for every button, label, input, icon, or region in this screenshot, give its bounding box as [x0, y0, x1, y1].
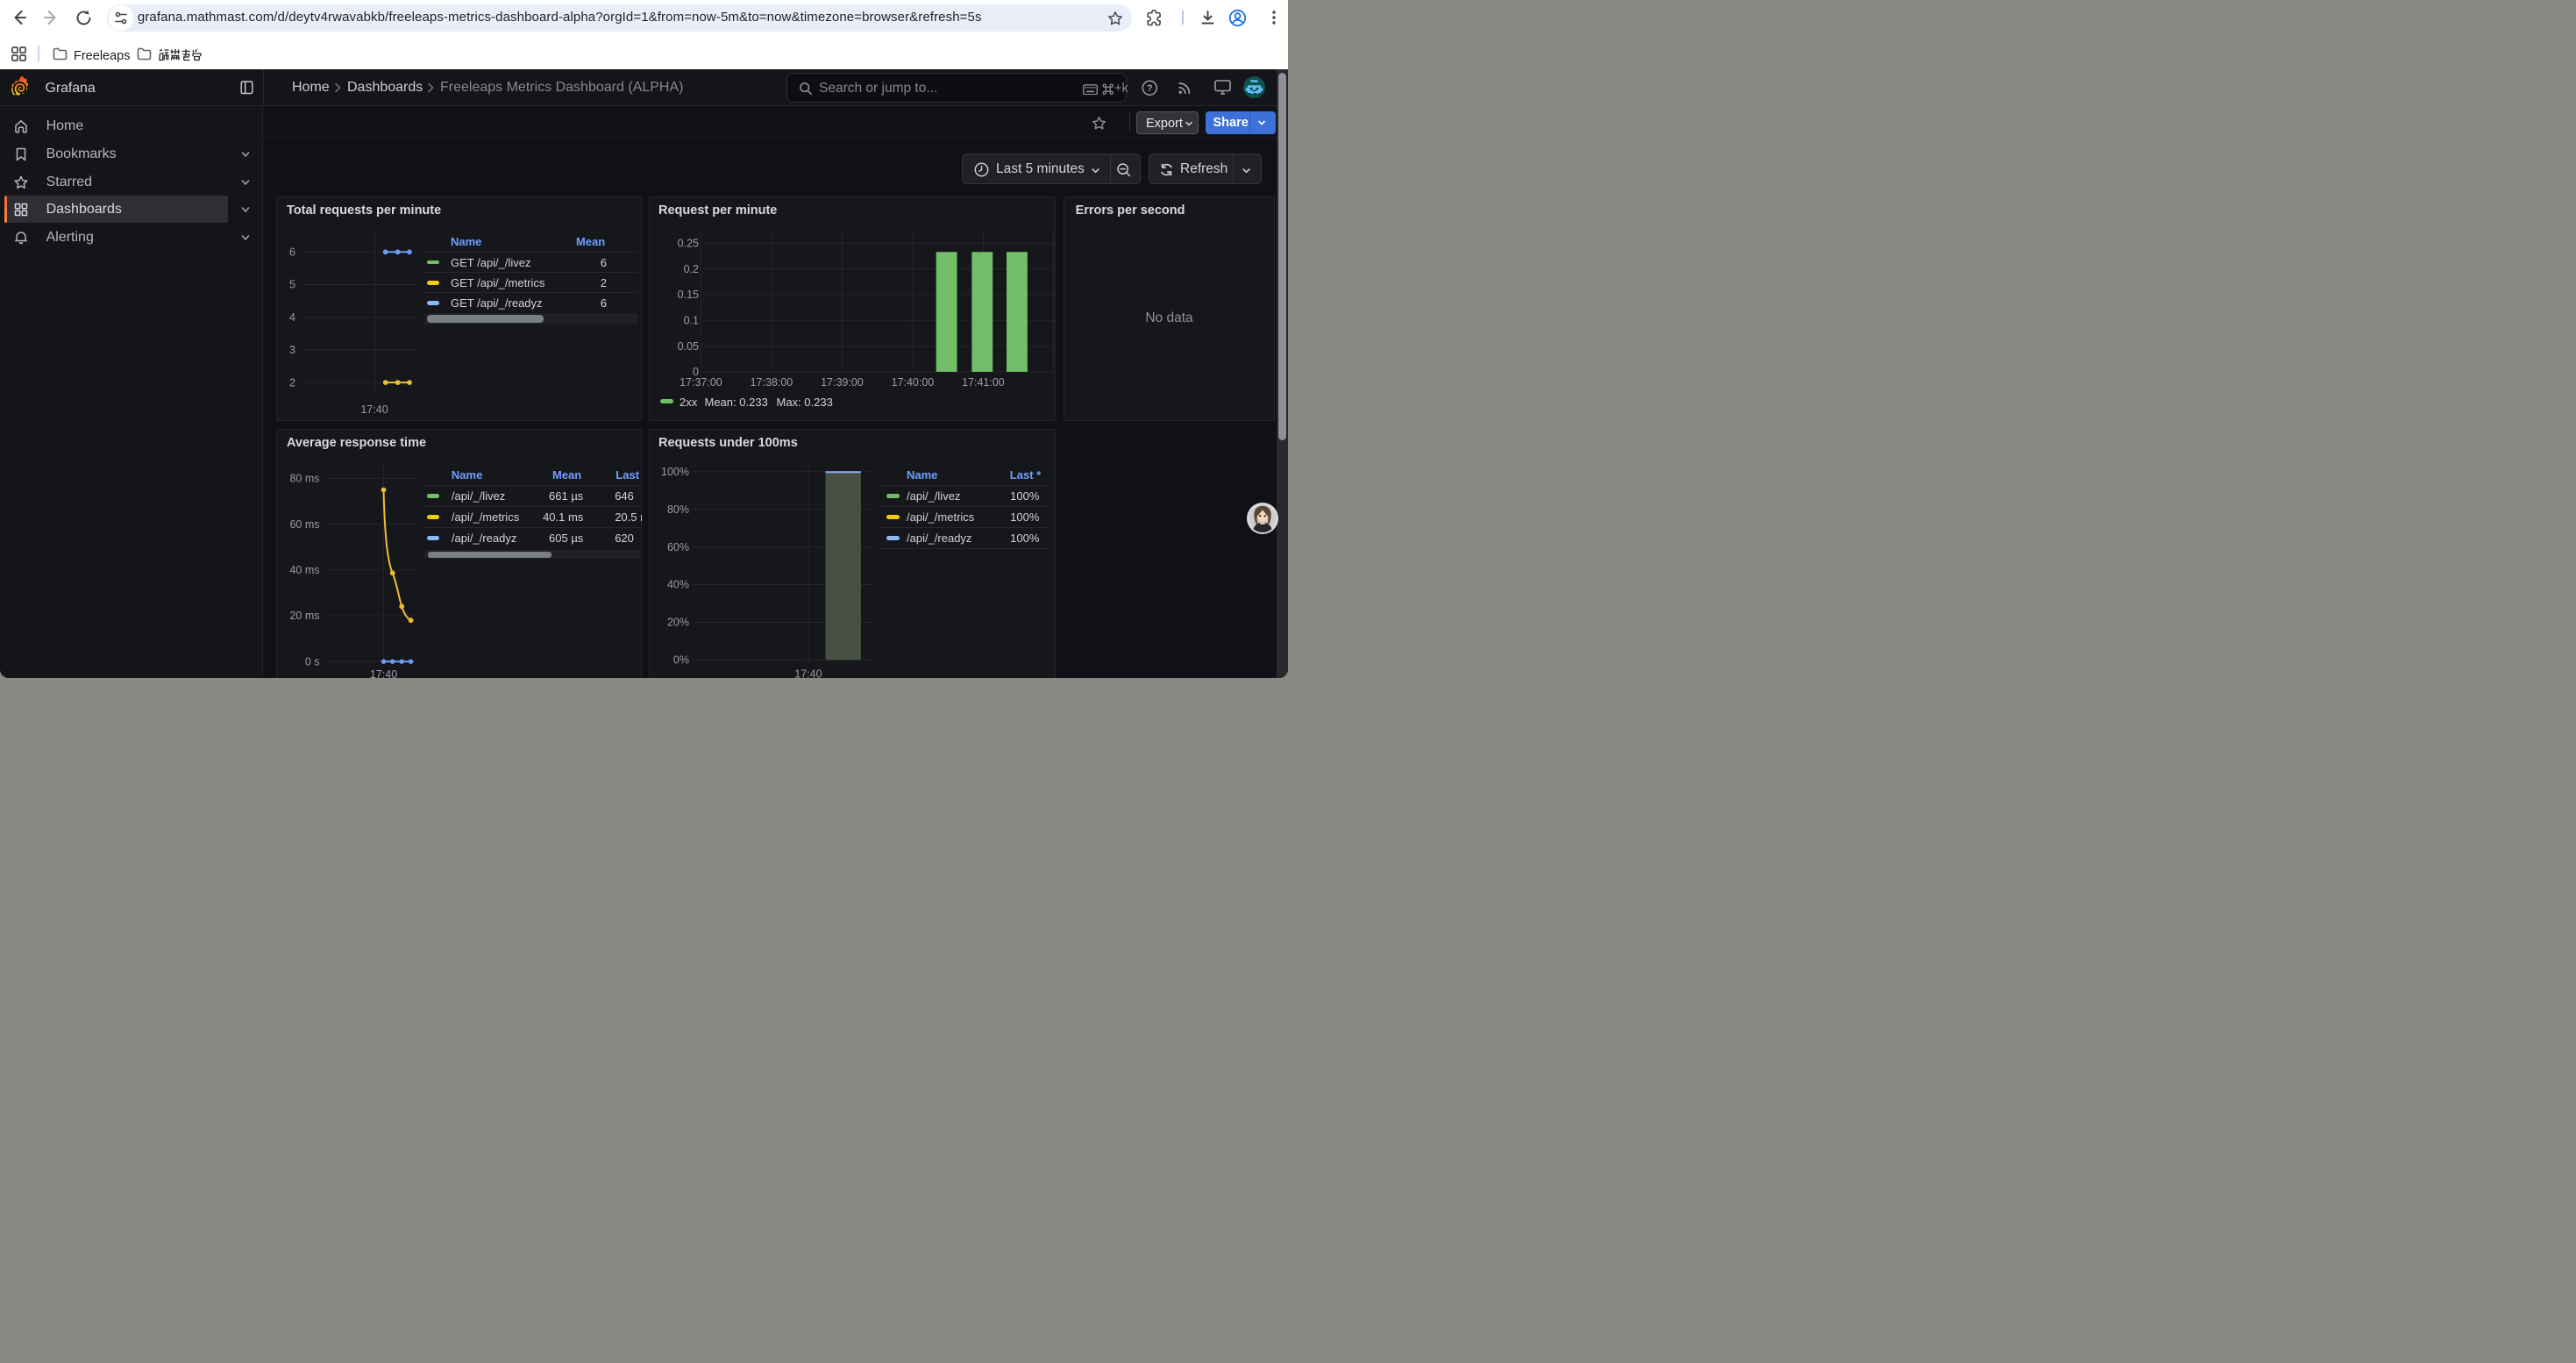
- svg-text:?: ?: [1147, 83, 1153, 94]
